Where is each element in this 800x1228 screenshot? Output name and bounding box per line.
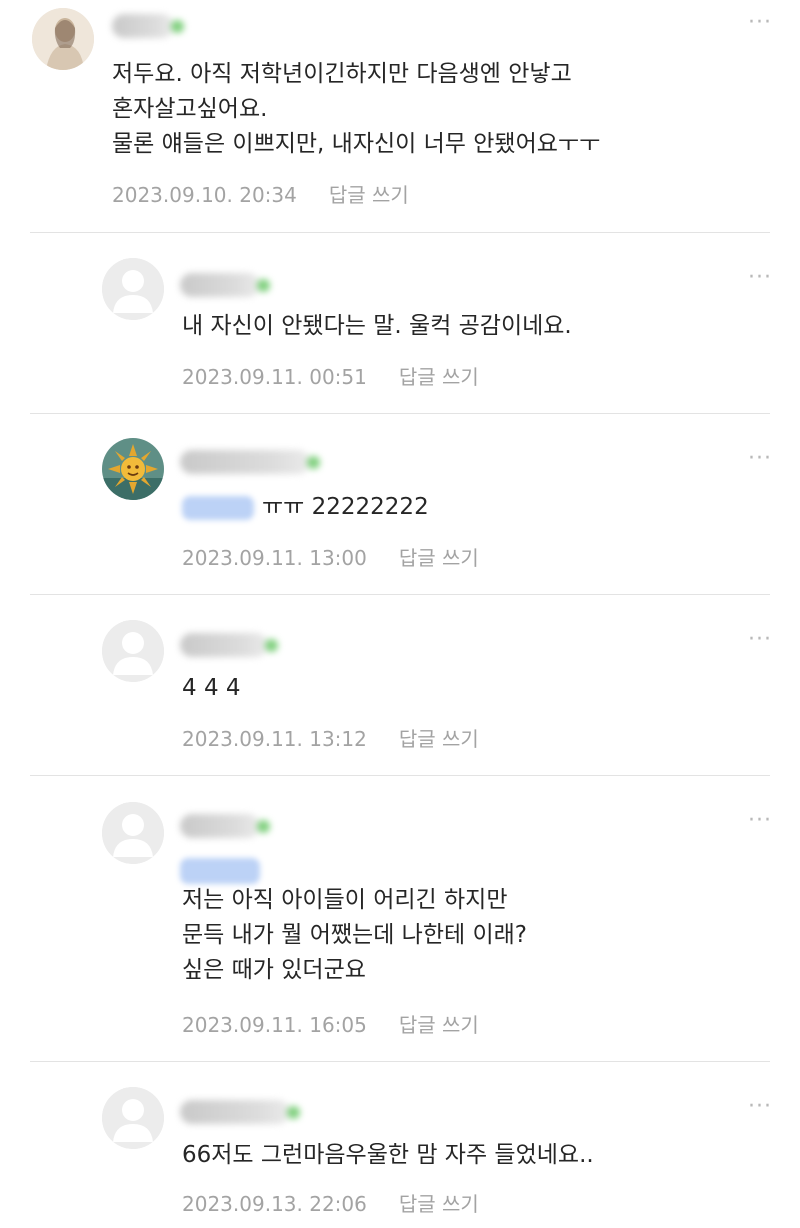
reply-button[interactable]: 답글 쓰기 — [399, 1013, 479, 1037]
comment-date: 2023.09.10. 20:34 — [112, 183, 297, 207]
comment-meta: 2023.09.10. 20:34 답글 쓰기 — [112, 179, 409, 208]
comment-text: 저두요. 아직 저학년이긴하지만 다음생엔 안낳고 혼자살고싶어요. 물론 얘들… — [112, 61, 601, 157]
comment-date: 2023.09.11. 13:12 — [182, 727, 367, 751]
reply-item: ··· 내 자신이 안됐다는 말. 울컥 공감이네요. 2023.09.11. … — [0, 233, 800, 413]
comment-text-body: ㅠㅠ 22222222 — [262, 494, 429, 520]
comment-date: 2023.09.11. 13:00 — [182, 546, 367, 570]
comment-text: 저는 아직 아이들이 어리긴 하지만 문득 내가 뭘 어쨌는데 나한테 이래? … — [182, 887, 528, 983]
author-nickname[interactable] — [180, 450, 320, 474]
more-options-icon[interactable]: ··· — [748, 12, 772, 34]
more-options-icon[interactable]: ··· — [748, 267, 772, 289]
reply-item: ··· 66저도 그런마음우울한 맘 자주 들었네요.. 2023.09.13.… — [0, 1062, 800, 1228]
comment-meta: 2023.09.11. 13:12 답글 쓰기 — [182, 723, 479, 752]
author-nickname[interactable] — [180, 273, 270, 297]
comment-date: 2023.09.13. 22:06 — [182, 1192, 367, 1216]
mention-tag[interactable] — [180, 858, 260, 884]
author-nickname[interactable] — [112, 14, 184, 38]
default-user-icon — [102, 258, 164, 320]
profile-photo-icon[interactable] — [32, 8, 94, 70]
default-user-icon — [102, 1087, 164, 1149]
comment-meta: 2023.09.11. 16:05 답글 쓰기 — [182, 1009, 479, 1038]
comment-meta: 2023.09.13. 22:06 답글 쓰기 — [182, 1188, 479, 1217]
more-options-icon[interactable]: ··· — [748, 629, 772, 651]
comment-date: 2023.09.11. 00:51 — [182, 365, 367, 389]
comment-text: 내 자신이 안됐다는 말. 울컥 공감이네요. — [182, 313, 572, 339]
more-options-icon[interactable]: ··· — [748, 448, 772, 470]
comment-item: ··· 저두요. 아직 저학년이긴하지만 다음생엔 안낳고 혼자살고싶어요. 물… — [0, 0, 800, 232]
reply-item: ··· 4 4 4 2023.09.11. 13:12 답글 쓰기 — [0, 595, 800, 775]
sun-avatar-icon — [102, 438, 164, 500]
more-options-icon[interactable]: ··· — [748, 1096, 772, 1118]
reply-button[interactable]: 답글 쓰기 — [399, 1192, 479, 1216]
author-nickname[interactable] — [180, 1100, 300, 1124]
default-user-icon — [102, 802, 164, 864]
reply-item: ··· 저는 아직 아이들이 어리긴 하지만 문득 내가 뭘 어쨌는데 나한테 … — [0, 776, 800, 1061]
mention-tag[interactable] — [182, 495, 254, 520]
default-user-icon — [102, 620, 164, 682]
comment-meta: 2023.09.11. 13:00 답글 쓰기 — [182, 542, 479, 571]
comment-date: 2023.09.11. 16:05 — [182, 1013, 367, 1037]
comment-text: ㅠㅠ 22222222 — [182, 490, 742, 525]
comment-text: 4 4 4 — [182, 675, 241, 701]
reply-item: ··· ㅠㅠ 22222222 2023.09.11. 13:00 답글 쓰기 — [0, 414, 800, 594]
author-nickname[interactable] — [180, 633, 278, 657]
reply-button[interactable]: 답글 쓰기 — [399, 546, 479, 570]
reply-button[interactable]: 답글 쓰기 — [399, 727, 479, 751]
more-options-icon[interactable]: ··· — [748, 810, 772, 832]
comment-text: 66저도 그런마음우울한 맘 자주 들었네요.. — [182, 1142, 594, 1168]
reply-button[interactable]: 답글 쓰기 — [329, 183, 409, 207]
author-nickname[interactable] — [180, 814, 270, 838]
comment-meta: 2023.09.11. 00:51 답글 쓰기 — [182, 361, 479, 390]
reply-button[interactable]: 답글 쓰기 — [399, 365, 479, 389]
